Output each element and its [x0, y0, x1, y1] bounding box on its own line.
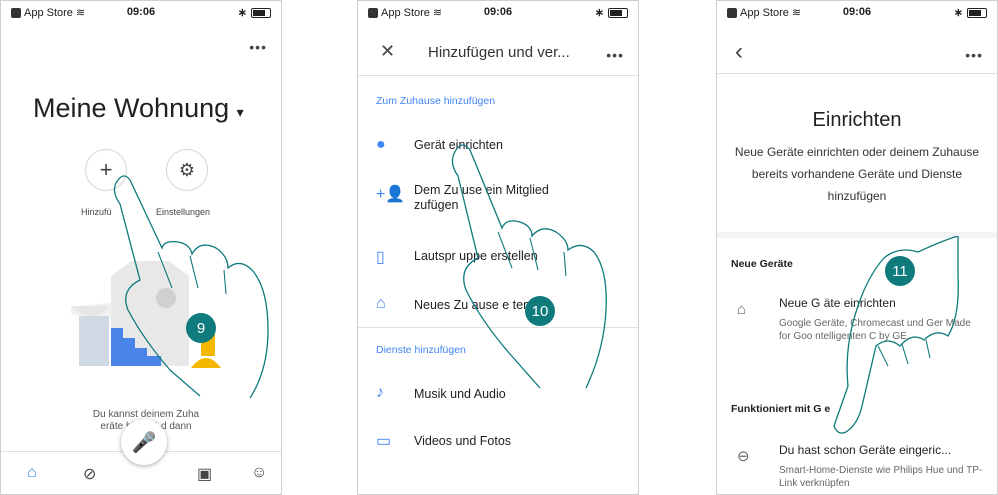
page-description: Neue Geräte einrichten oder deinem Zuhau…	[734, 145, 980, 203]
music-icon: ♪	[376, 384, 384, 401]
header-divider	[358, 75, 638, 76]
microphone-icon: 🎤	[131, 431, 157, 454]
battery-icon	[608, 7, 628, 18]
settings-button[interactable]: ⚙	[166, 149, 208, 191]
section-add-services: Dienste hinzufügen	[376, 344, 466, 356]
step-badge-10: 10	[525, 296, 555, 326]
more-options-icon[interactable]: •••	[249, 39, 267, 55]
step-badge-11: 11	[885, 256, 915, 286]
phone-screen-home: App Store ≋ 09:06 ∗ ••• Meine Wohnung ▾ +…	[0, 0, 282, 495]
bluetooth-icon: ∗	[953, 7, 963, 19]
discover-icon[interactable]: ⊘	[83, 464, 96, 484]
add-circle-icon: ●	[376, 136, 386, 153]
more-options-icon[interactable]: •••	[606, 47, 624, 63]
status-bar: App Store ≋ 09:06 ∗	[1, 1, 281, 21]
battery-icon	[967, 7, 987, 18]
bluetooth-icon: ∗	[237, 7, 247, 19]
phone-screen-setup: App Store ≋ 09:06 ∗ ‹ ••• Einrichten Neue…	[716, 0, 998, 495]
settings-label: Einstellungen	[156, 207, 211, 217]
home-icon: ⌂	[737, 301, 747, 318]
header-divider	[717, 73, 997, 74]
home-icon[interactable]: ⌂	[27, 464, 37, 482]
add-button[interactable]: +	[85, 149, 127, 191]
speaker-icon: ▯	[376, 249, 385, 266]
gear-icon: ⚙	[178, 159, 196, 180]
phone-screen-add-manage: App Store ≋ 09:06 ∗ ✕ Hinzufügen und ver.…	[357, 0, 639, 495]
add-label: Hinzufü	[81, 207, 112, 217]
close-icon[interactable]: ✕	[380, 41, 395, 62]
dropdown-icon: ▾	[236, 104, 244, 120]
more-options-icon[interactable]: •••	[965, 47, 983, 63]
back-icon[interactable]: ‹	[735, 38, 743, 66]
add-person-icon: +👤	[376, 186, 406, 203]
section-divider	[358, 327, 638, 328]
section-works-with: Funktioniert mit G e	[731, 403, 831, 415]
media-icon[interactable]: ▣	[197, 464, 212, 484]
home-title[interactable]: Meine Wohnung ▾	[33, 93, 244, 124]
home-icon: ⌂	[376, 295, 386, 312]
account-icon[interactable]: ☺	[251, 464, 267, 482]
link-icon: ⊖	[737, 448, 750, 465]
section-add-to-home: Zum Zuhause hinzufügen	[376, 95, 496, 107]
section-divider	[717, 232, 997, 238]
mic-button[interactable]: 🎤	[121, 419, 167, 465]
step-badge-9: 9	[186, 313, 216, 343]
status-bar: App Store ≋ 09:06 ∗	[717, 1, 997, 21]
page-title: Einrichten	[812, 109, 902, 131]
plus-icon: +	[99, 157, 113, 182]
section-new-devices: Neue Geräte	[731, 258, 793, 270]
battery-icon	[251, 7, 271, 18]
bluetooth-icon: ∗	[594, 7, 604, 19]
page-title: Hinzufügen und ver...	[428, 44, 570, 61]
tv-icon: ▭	[376, 433, 392, 450]
status-bar: App Store ≋ 09:06 ∗	[358, 1, 638, 21]
